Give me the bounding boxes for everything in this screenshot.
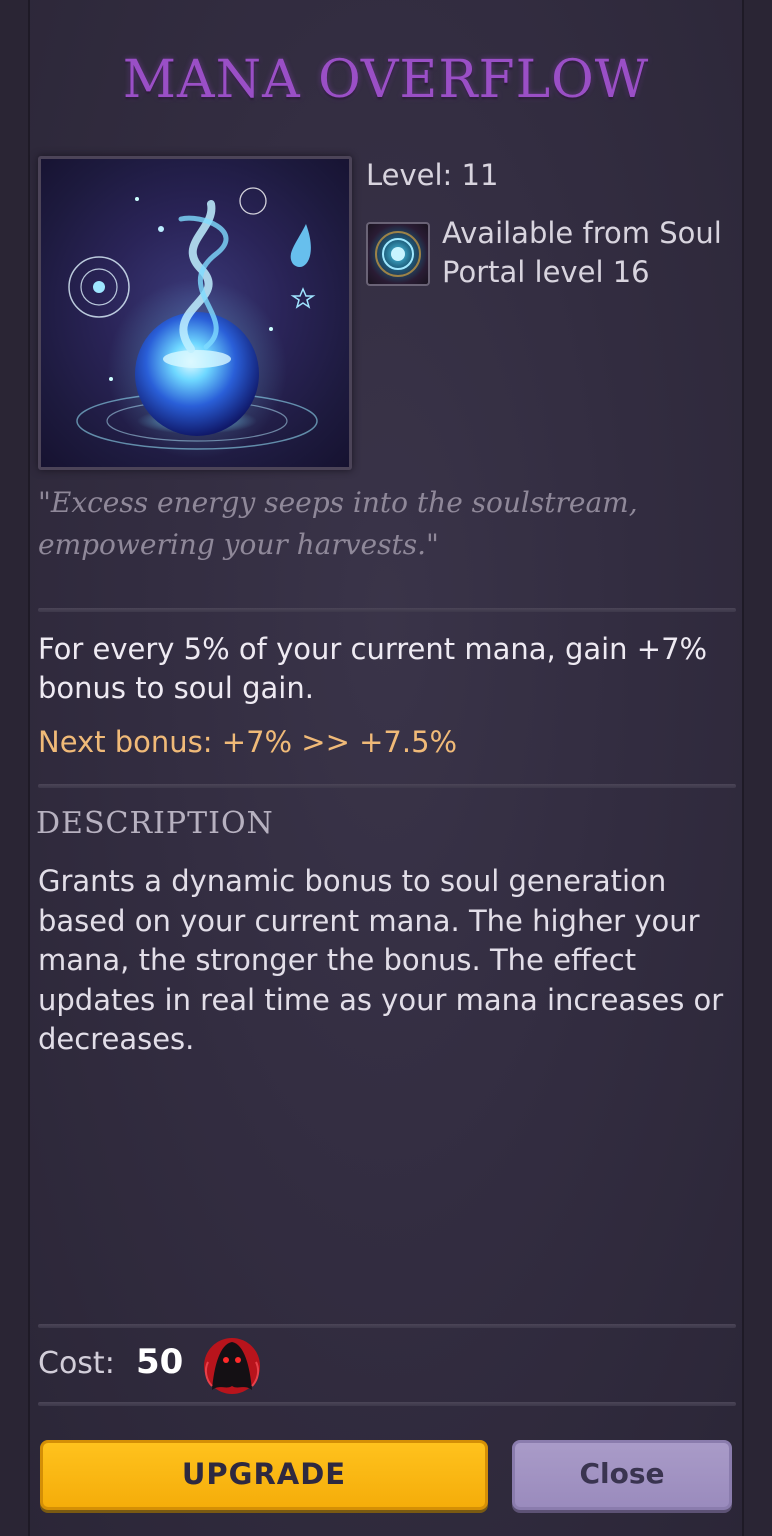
divider — [38, 784, 736, 788]
soul-portal-icon — [366, 222, 430, 286]
divider — [38, 608, 736, 612]
next-bonus-text: Next bonus: +7% >> +7.5% — [38, 725, 458, 759]
cost-value: 50 — [136, 1342, 184, 1382]
effect-text: For every 5% of your current mana, gain … — [38, 632, 708, 705]
soul-icon — [200, 1332, 264, 1396]
close-button[interactable]: Close — [512, 1440, 732, 1510]
divider — [38, 1324, 736, 1328]
availability-text: Available from Soul Portal level 16 — [442, 216, 722, 289]
upgrade-button[interactable]: UPGRADE — [40, 1440, 488, 1510]
divider — [38, 1402, 736, 1406]
skill-title: Mana Overflow — [122, 50, 650, 110]
skill-level: Level: 11 — [366, 158, 499, 192]
flavor-text: "Excess energy seeps into the soulstream… — [38, 486, 638, 561]
description-heading: Description — [36, 806, 274, 841]
skill-detail-panel: Mana Overflow — [0, 0, 772, 1536]
description-text: Grants a dynamic bonus to soul generatio… — [38, 864, 724, 1056]
cost-label: Cost: — [38, 1346, 115, 1381]
mana-orb-icon — [38, 156, 352, 470]
